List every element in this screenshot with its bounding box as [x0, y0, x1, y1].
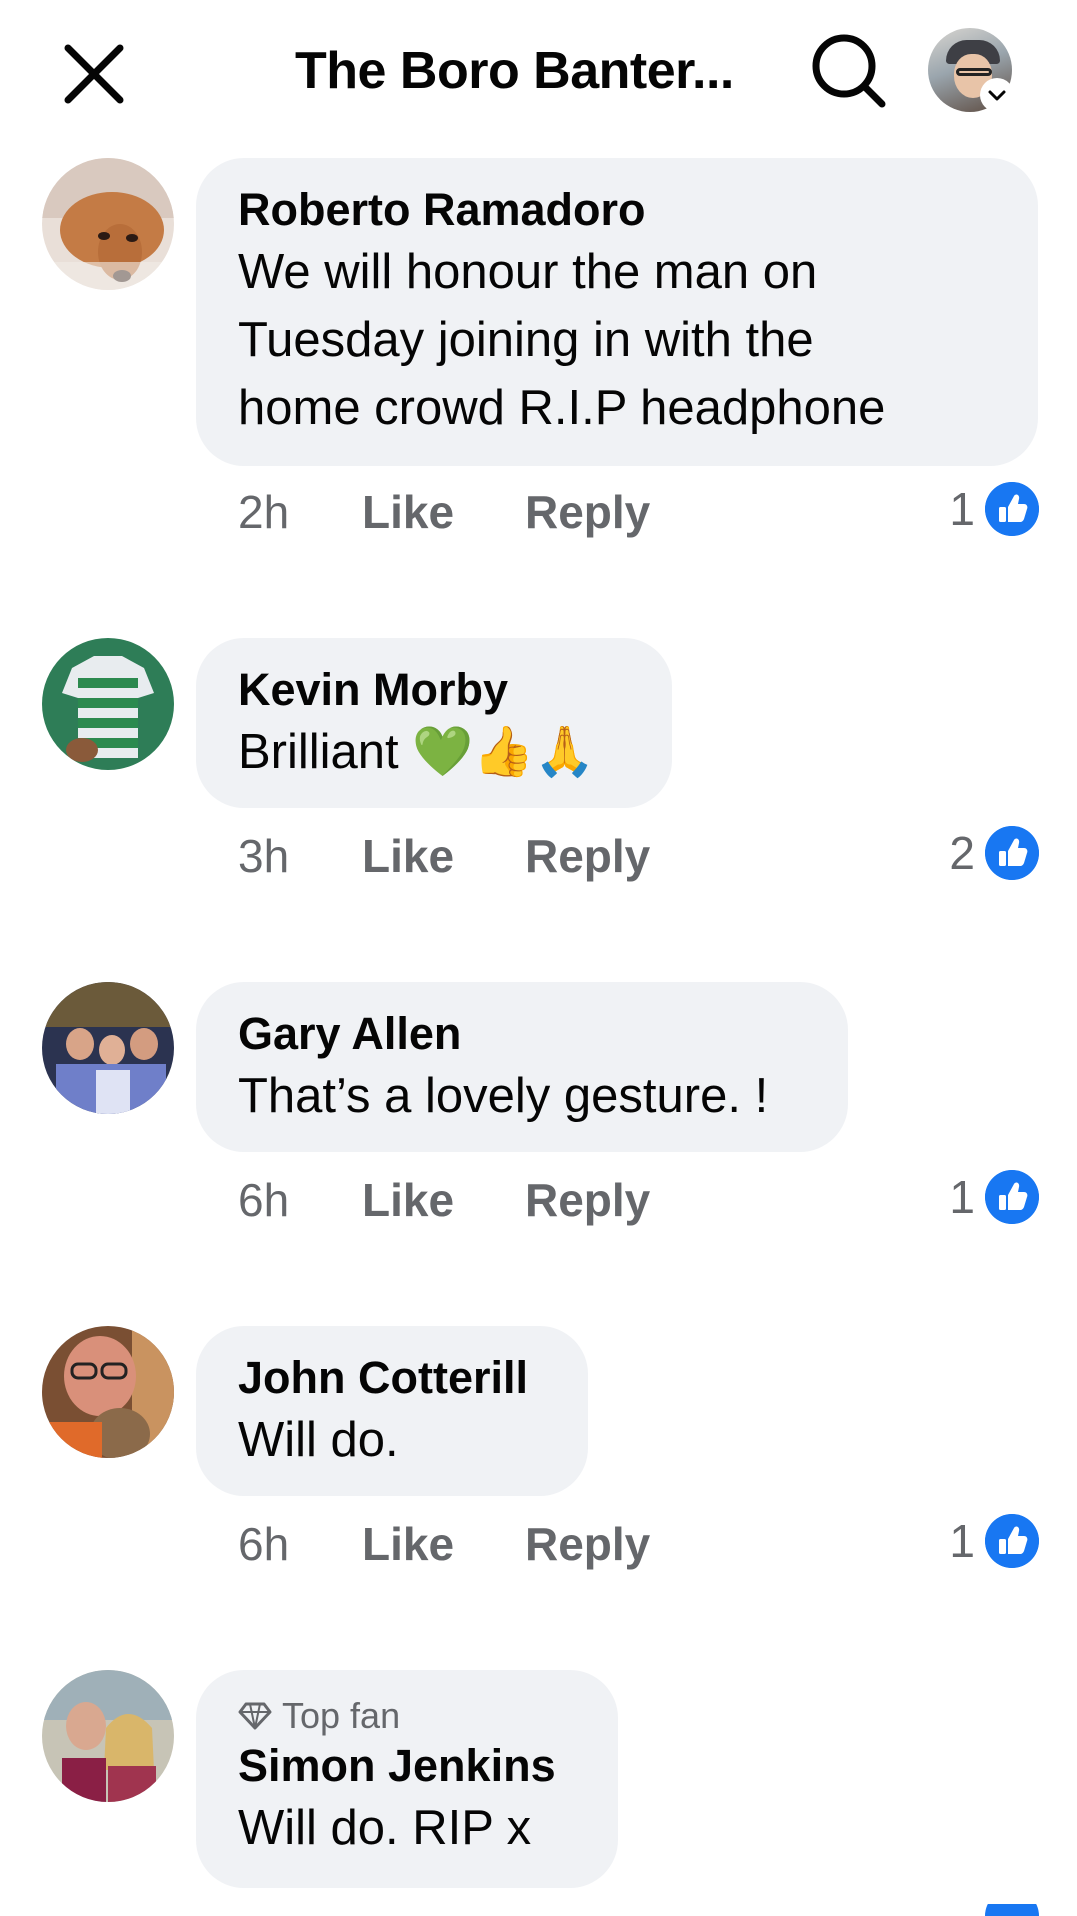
- reaction-count[interactable]: 2: [949, 826, 1039, 880]
- header-bar: The Boro Banter...: [0, 0, 1077, 150]
- top-fan-label: Top fan: [282, 1695, 401, 1736]
- comment-timestamp: 2h: [238, 486, 290, 538]
- thumbs-up-icon: [985, 826, 1039, 880]
- close-icon[interactable]: [58, 38, 130, 110]
- chevron-down-icon[interactable]: [982, 80, 1012, 110]
- reply-button[interactable]: Reply: [525, 1514, 650, 1574]
- thumbs-up-icon: [985, 1904, 1039, 1916]
- comment-timestamp: 6h: [238, 1518, 290, 1570]
- comment-bubble: Roberto Ramadoro We will honour the man …: [196, 158, 1038, 466]
- comment-text: Brilliant 💚👍🙏: [238, 725, 596, 779]
- comment-author[interactable]: Roberto Ramadoro: [238, 182, 996, 238]
- reaction-count-number: 1: [949, 1171, 975, 1223]
- diamond-icon: [238, 1702, 272, 1730]
- thumbs-up-icon: [985, 482, 1039, 536]
- comment-author[interactable]: John Cotterill: [238, 1350, 546, 1406]
- like-button[interactable]: Like: [362, 1514, 454, 1574]
- comment-bubble: Kevin Morby Brilliant 💚👍🙏: [196, 638, 672, 808]
- reply-button[interactable]: Reply: [525, 826, 650, 886]
- commenter-avatar[interactable]: [42, 638, 174, 770]
- comment-bubble: Gary Allen That’s a lovely gesture. !: [196, 982, 848, 1152]
- avatar-glasses: [956, 68, 992, 76]
- reaction-count[interactable]: 1: [949, 1514, 1039, 1568]
- comment-text-line: Tuesday joining in with the: [238, 313, 814, 367]
- commenter-avatar[interactable]: [42, 158, 174, 290]
- reaction-count[interactable]: 1: [949, 1170, 1039, 1224]
- thumbs-up-icon: [985, 1514, 1039, 1568]
- comment-author[interactable]: Kevin Morby: [238, 662, 630, 718]
- like-button[interactable]: Like: [362, 826, 454, 886]
- reaction-count-number: 1: [949, 1515, 975, 1567]
- comment-bubble: Top fan Simon Jenkins Will do. RIP x: [196, 1670, 618, 1888]
- reply-button[interactable]: Reply: [525, 482, 650, 542]
- like-button[interactable]: Like: [362, 1170, 454, 1230]
- reaction-count-number: 1: [949, 483, 975, 535]
- comment-timestamp: 3h: [238, 830, 290, 882]
- like-button[interactable]: Like: [362, 482, 454, 542]
- comment-timestamp: 6h: [238, 1174, 290, 1226]
- top-fan-badge: Top fan: [238, 1694, 576, 1738]
- page-title: The Boro Banter...: [295, 42, 734, 100]
- comment-text: That’s a lovely gesture. !: [238, 1069, 769, 1123]
- commenter-avatar[interactable]: [42, 982, 174, 1114]
- comment-text: Will do. RIP x: [238, 1801, 532, 1855]
- commenter-avatar[interactable]: [42, 1326, 174, 1458]
- thumbs-up-icon: [985, 1170, 1039, 1224]
- comment-text-line: We will honour the man on: [238, 245, 818, 299]
- reaction-count-number: 2: [949, 827, 975, 879]
- reply-button[interactable]: Reply: [525, 1170, 650, 1230]
- reaction-count[interactable]: 1: [949, 482, 1039, 536]
- commenter-avatar[interactable]: [42, 1670, 174, 1802]
- comment-author[interactable]: Simon Jenkins: [238, 1738, 576, 1794]
- search-icon[interactable]: [808, 30, 890, 112]
- comment-text: Will do.: [238, 1413, 399, 1467]
- comment-author[interactable]: Gary Allen: [238, 1006, 806, 1062]
- comment-text-line: home crowd R.I.P headphone: [238, 381, 886, 435]
- comment-bubble: John Cotterill Will do.: [196, 1326, 588, 1496]
